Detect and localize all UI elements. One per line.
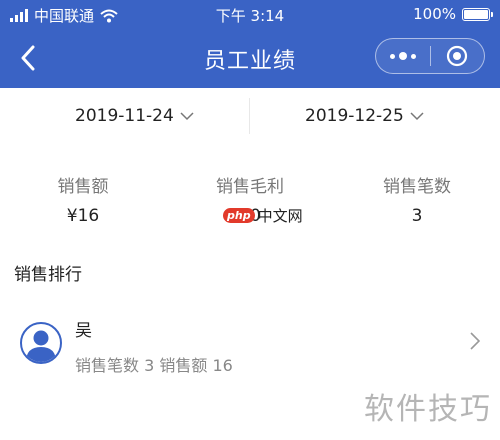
start-date-picker[interactable]: 2019-11-24 xyxy=(75,88,194,144)
stat-label: 销售笔数 xyxy=(383,177,451,197)
chevron-down-icon xyxy=(180,111,194,120)
more-button[interactable] xyxy=(376,39,430,73)
end-date: 2019-12-25 xyxy=(305,106,404,126)
nav-bar: 员工业绩 xyxy=(0,30,500,88)
mini-program-capsule xyxy=(375,38,485,74)
ranking-title: 销售排行 xyxy=(0,244,500,296)
user-icon xyxy=(26,330,56,362)
app-header: 中国联通 下午 3:14 100% 员工业绩 xyxy=(0,0,500,88)
battery-icon xyxy=(462,7,493,21)
stat-value: ¥16 xyxy=(66,206,100,226)
date-range: 2019-11-24 2019-12-25 xyxy=(0,88,500,144)
battery-level xyxy=(464,9,488,19)
chevron-right-icon xyxy=(470,332,480,350)
php-watermark: php 中文网 xyxy=(223,205,303,226)
employee-name: 吴 xyxy=(75,321,92,341)
start-date: 2019-11-24 xyxy=(75,106,174,126)
status-right: 100% xyxy=(413,5,493,23)
more-dots-icon xyxy=(389,52,416,60)
stat-label: 销售毛利 xyxy=(216,177,284,197)
avatar xyxy=(20,322,62,364)
close-button[interactable] xyxy=(431,39,485,73)
status-bar: 中国联通 下午 3:14 100% xyxy=(0,0,500,30)
employee-detail: 销售笔数 3 销售额 16 xyxy=(75,356,233,375)
stat-value: 3 xyxy=(411,206,423,226)
date-divider xyxy=(249,98,250,134)
chevron-down-icon xyxy=(410,111,424,120)
php-logo: php xyxy=(223,208,255,223)
stats-summary: 销售额 ¥16 销售毛利 ¥0 销售笔数 3 xyxy=(0,144,500,244)
end-date-picker[interactable]: 2019-12-25 xyxy=(305,88,424,144)
php-watermark-text: 中文网 xyxy=(257,207,303,225)
battery-percent: 100% xyxy=(413,5,456,23)
stat-label: 销售额 xyxy=(57,177,109,197)
bottom-watermark: 软件技巧 xyxy=(364,392,492,427)
target-circle-icon xyxy=(447,45,468,67)
